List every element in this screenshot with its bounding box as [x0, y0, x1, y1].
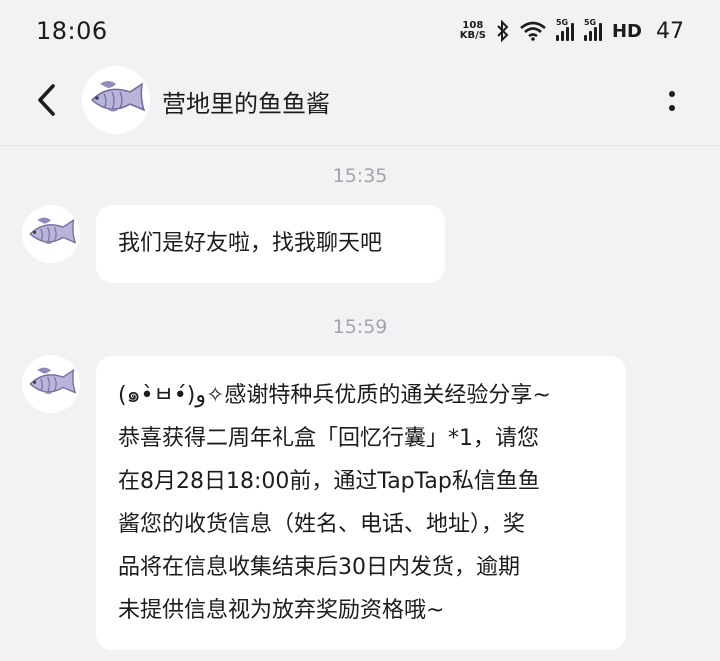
- bluetooth-icon: [497, 20, 509, 42]
- status-icons: 108 KB/S 5G 5G HD 47: [460, 18, 684, 44]
- sender-avatar[interactable]: [22, 355, 80, 413]
- back-button[interactable]: [30, 80, 62, 120]
- fish-icon: [90, 81, 146, 112]
- hd-indicator: HD: [611, 20, 642, 42]
- message-timestamp: 15:35: [332, 165, 388, 187]
- signal-tag: 5G: [583, 18, 597, 27]
- message-bubble[interactable]: 我们是好友啦，找我聊天吧: [96, 205, 445, 283]
- message-text-line: 品将在信息收集结束后30日内发货，逾期: [118, 555, 520, 580]
- battery-level: 47: [656, 18, 684, 44]
- wifi-icon: [520, 21, 546, 41]
- status-time: 18:06: [36, 17, 108, 45]
- chat-title: 营地里的鱼鱼酱: [162, 90, 330, 118]
- message-text: 我们是好友啦，找我聊天吧: [118, 231, 383, 256]
- signal-icon: 5G: [555, 18, 574, 41]
- signal-icon: 5G: [583, 18, 602, 41]
- message-timestamp: 15:59: [332, 316, 388, 338]
- fish-icon: [29, 217, 77, 245]
- network-speed: 108 KB/S: [460, 21, 486, 41]
- message-text-line: 恭喜获得二周年礼盒「回忆行囊」*1，请您: [118, 426, 539, 451]
- header-divider: [0, 145, 720, 146]
- status-bar: 18:06 108 KB/S 5G 5G HD 47: [0, 0, 720, 62]
- signal-tag: 5G: [555, 18, 569, 27]
- more-button[interactable]: [660, 86, 684, 116]
- more-vertical-icon: [669, 91, 675, 97]
- network-speed-unit: KB/S: [459, 30, 486, 41]
- message-text-line: 未提供信息视为放弃奖励资格哦~: [118, 598, 445, 623]
- message-bubble[interactable]: (๑•̀ㅂ•́)و✧感谢特种兵优质的通关经验分享~ 恭喜获得二周年礼盒「回忆行囊…: [96, 356, 626, 650]
- fish-icon: [29, 367, 77, 395]
- message-text-line: 在8月28日18:00前，通过TapTap私信鱼鱼: [118, 469, 540, 494]
- sender-avatar[interactable]: [22, 205, 80, 263]
- back-arrow-icon: [38, 84, 55, 116]
- message-text-line: 酱您的收货信息（姓名、电话、地址），奖: [118, 512, 526, 537]
- contact-avatar[interactable]: [82, 66, 150, 134]
- chat-header: 营地里的鱼鱼酱: [0, 62, 720, 140]
- message-text-line: (๑•̀ㅂ•́)و✧感谢特种兵优质的通关经验分享~: [118, 383, 551, 408]
- more-dot: [669, 105, 675, 111]
